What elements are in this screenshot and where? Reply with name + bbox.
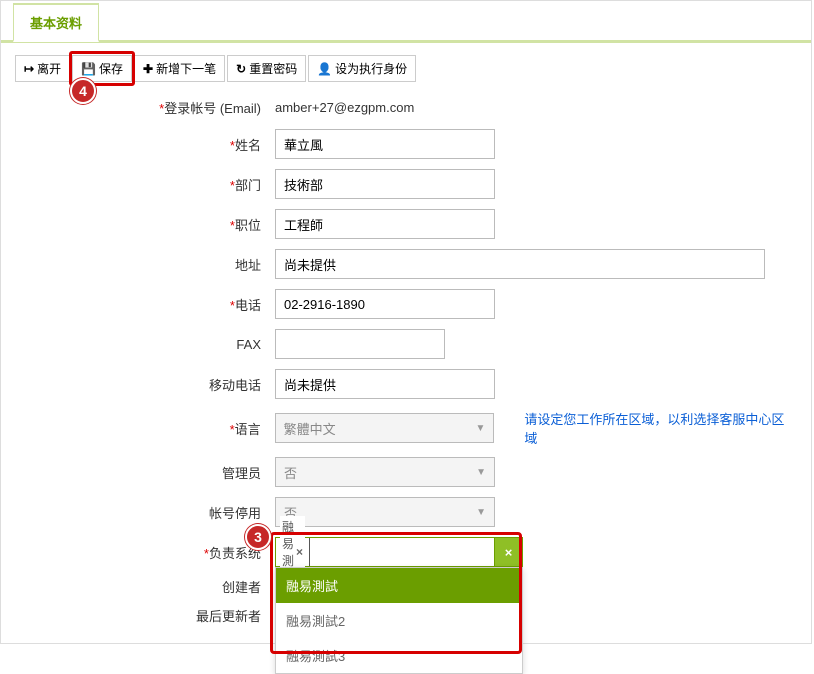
step-badge-3: 3: [245, 524, 271, 550]
dept-input[interactable]: [275, 169, 495, 199]
fax-input[interactable]: [275, 329, 445, 359]
chevron-down-icon: ▼: [476, 467, 486, 478]
save-icon: 💾: [81, 62, 96, 76]
lang-hint: 请设定您工作所在区域，以利选择客服中心区域: [524, 409, 797, 447]
label-lang: *语言: [15, 419, 275, 438]
label-admin: 管理员: [15, 463, 275, 482]
leave-label: 离开: [37, 60, 61, 77]
lang-value: 繁體中文: [284, 419, 336, 438]
label-respsys: *负责系统: [15, 543, 275, 562]
toolbar: ↦ 离开 💾 保存 4 ✚ 新增下一笔 ↻ 重置密码 👤 设为执行身份: [1, 43, 811, 88]
person-icon: 👤: [317, 62, 332, 76]
label-name: *姓名: [15, 135, 275, 154]
setexec-button[interactable]: 👤 设为执行身份: [308, 55, 416, 82]
disabled-select[interactable]: 否 ▼: [275, 497, 495, 527]
label-creator: 创建者: [15, 577, 275, 596]
respsys-dropdown: 融易測試 融易測試2 融易測試3: [275, 567, 523, 674]
resetpw-button[interactable]: ↻ 重置密码: [227, 55, 306, 82]
plus-icon: ✚: [143, 62, 153, 76]
name-input[interactable]: [275, 129, 495, 159]
label-dept: *部门: [15, 175, 275, 194]
setexec-label: 设为执行身份: [335, 60, 407, 77]
tab-strip: 基本资料: [1, 1, 811, 43]
label-disabled: 帐号停用: [15, 503, 275, 522]
leave-button[interactable]: ↦ 离开: [15, 55, 70, 82]
chevron-down-icon: ▼: [476, 507, 486, 518]
admin-value: 否: [284, 463, 297, 482]
phone-input[interactable]: [275, 289, 495, 319]
respsys-multiselect: 3 融易測試 × × 融易測試 融易測試2 融易測試3: [275, 537, 523, 567]
step-badge-4: 4: [70, 78, 96, 104]
respsys-option-2[interactable]: 融易測試2: [276, 603, 522, 638]
close-icon[interactable]: ×: [296, 545, 303, 559]
respsys-text-input[interactable]: [309, 538, 492, 566]
value-email: amber+27@ezgpm.com: [275, 96, 414, 119]
respsys-input-wrap[interactable]: 融易測試 ×: [275, 537, 495, 567]
addnext-label: 新增下一笔: [156, 60, 216, 77]
mobile-input[interactable]: [275, 369, 495, 399]
address-input[interactable]: [275, 249, 765, 279]
resetpw-label: 重置密码: [249, 60, 297, 77]
addnext-button[interactable]: ✚ 新增下一笔: [134, 55, 225, 82]
form-area: *登录帐号 (Email) amber+27@ezgpm.com *姓名 *部门…: [1, 88, 811, 643]
close-icon: ×: [505, 545, 513, 560]
label-mobile: 移动电话: [15, 375, 275, 394]
label-updater: 最后更新者: [15, 606, 275, 625]
leave-icon: ↦: [24, 62, 34, 76]
label-email: *登录帐号 (Email): [15, 98, 275, 117]
refresh-icon: ↻: [236, 62, 246, 76]
label-address: 地址: [15, 255, 275, 274]
respsys-clear-button[interactable]: ×: [495, 537, 523, 567]
respsys-option-3[interactable]: 融易測試3: [276, 638, 522, 673]
lang-select[interactable]: 繁體中文 ▼: [275, 413, 495, 443]
position-input[interactable]: [275, 209, 495, 239]
tab-basic-info[interactable]: 基本资料: [13, 3, 99, 42]
respsys-option-1[interactable]: 融易測試: [276, 568, 522, 603]
save-label: 保存: [99, 60, 123, 77]
chevron-down-icon: ▼: [475, 423, 485, 434]
label-phone: *电话: [15, 295, 275, 314]
label-position: *职位: [15, 215, 275, 234]
label-fax: FAX: [15, 337, 275, 352]
admin-select[interactable]: 否 ▼: [275, 457, 495, 487]
